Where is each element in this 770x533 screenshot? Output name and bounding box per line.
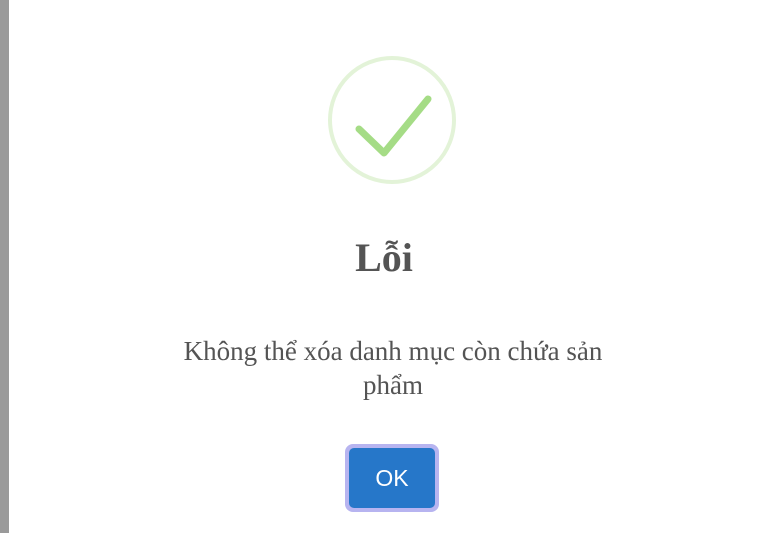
dialog-message: Không thể xóa danh mục còn chứa sản phẩm <box>183 336 603 400</box>
check-icon <box>328 56 456 184</box>
ok-button[interactable]: OK <box>349 448 435 508</box>
ok-button-focus-ring: OK <box>345 444 439 512</box>
dialog-title: Lỗi <box>355 235 413 280</box>
check-icon-ring <box>328 56 456 184</box>
alert-dialog: Lỗi Không thể xóa danh mục còn chứa sản … <box>9 0 770 533</box>
check-icon-mark <box>355 95 432 157</box>
